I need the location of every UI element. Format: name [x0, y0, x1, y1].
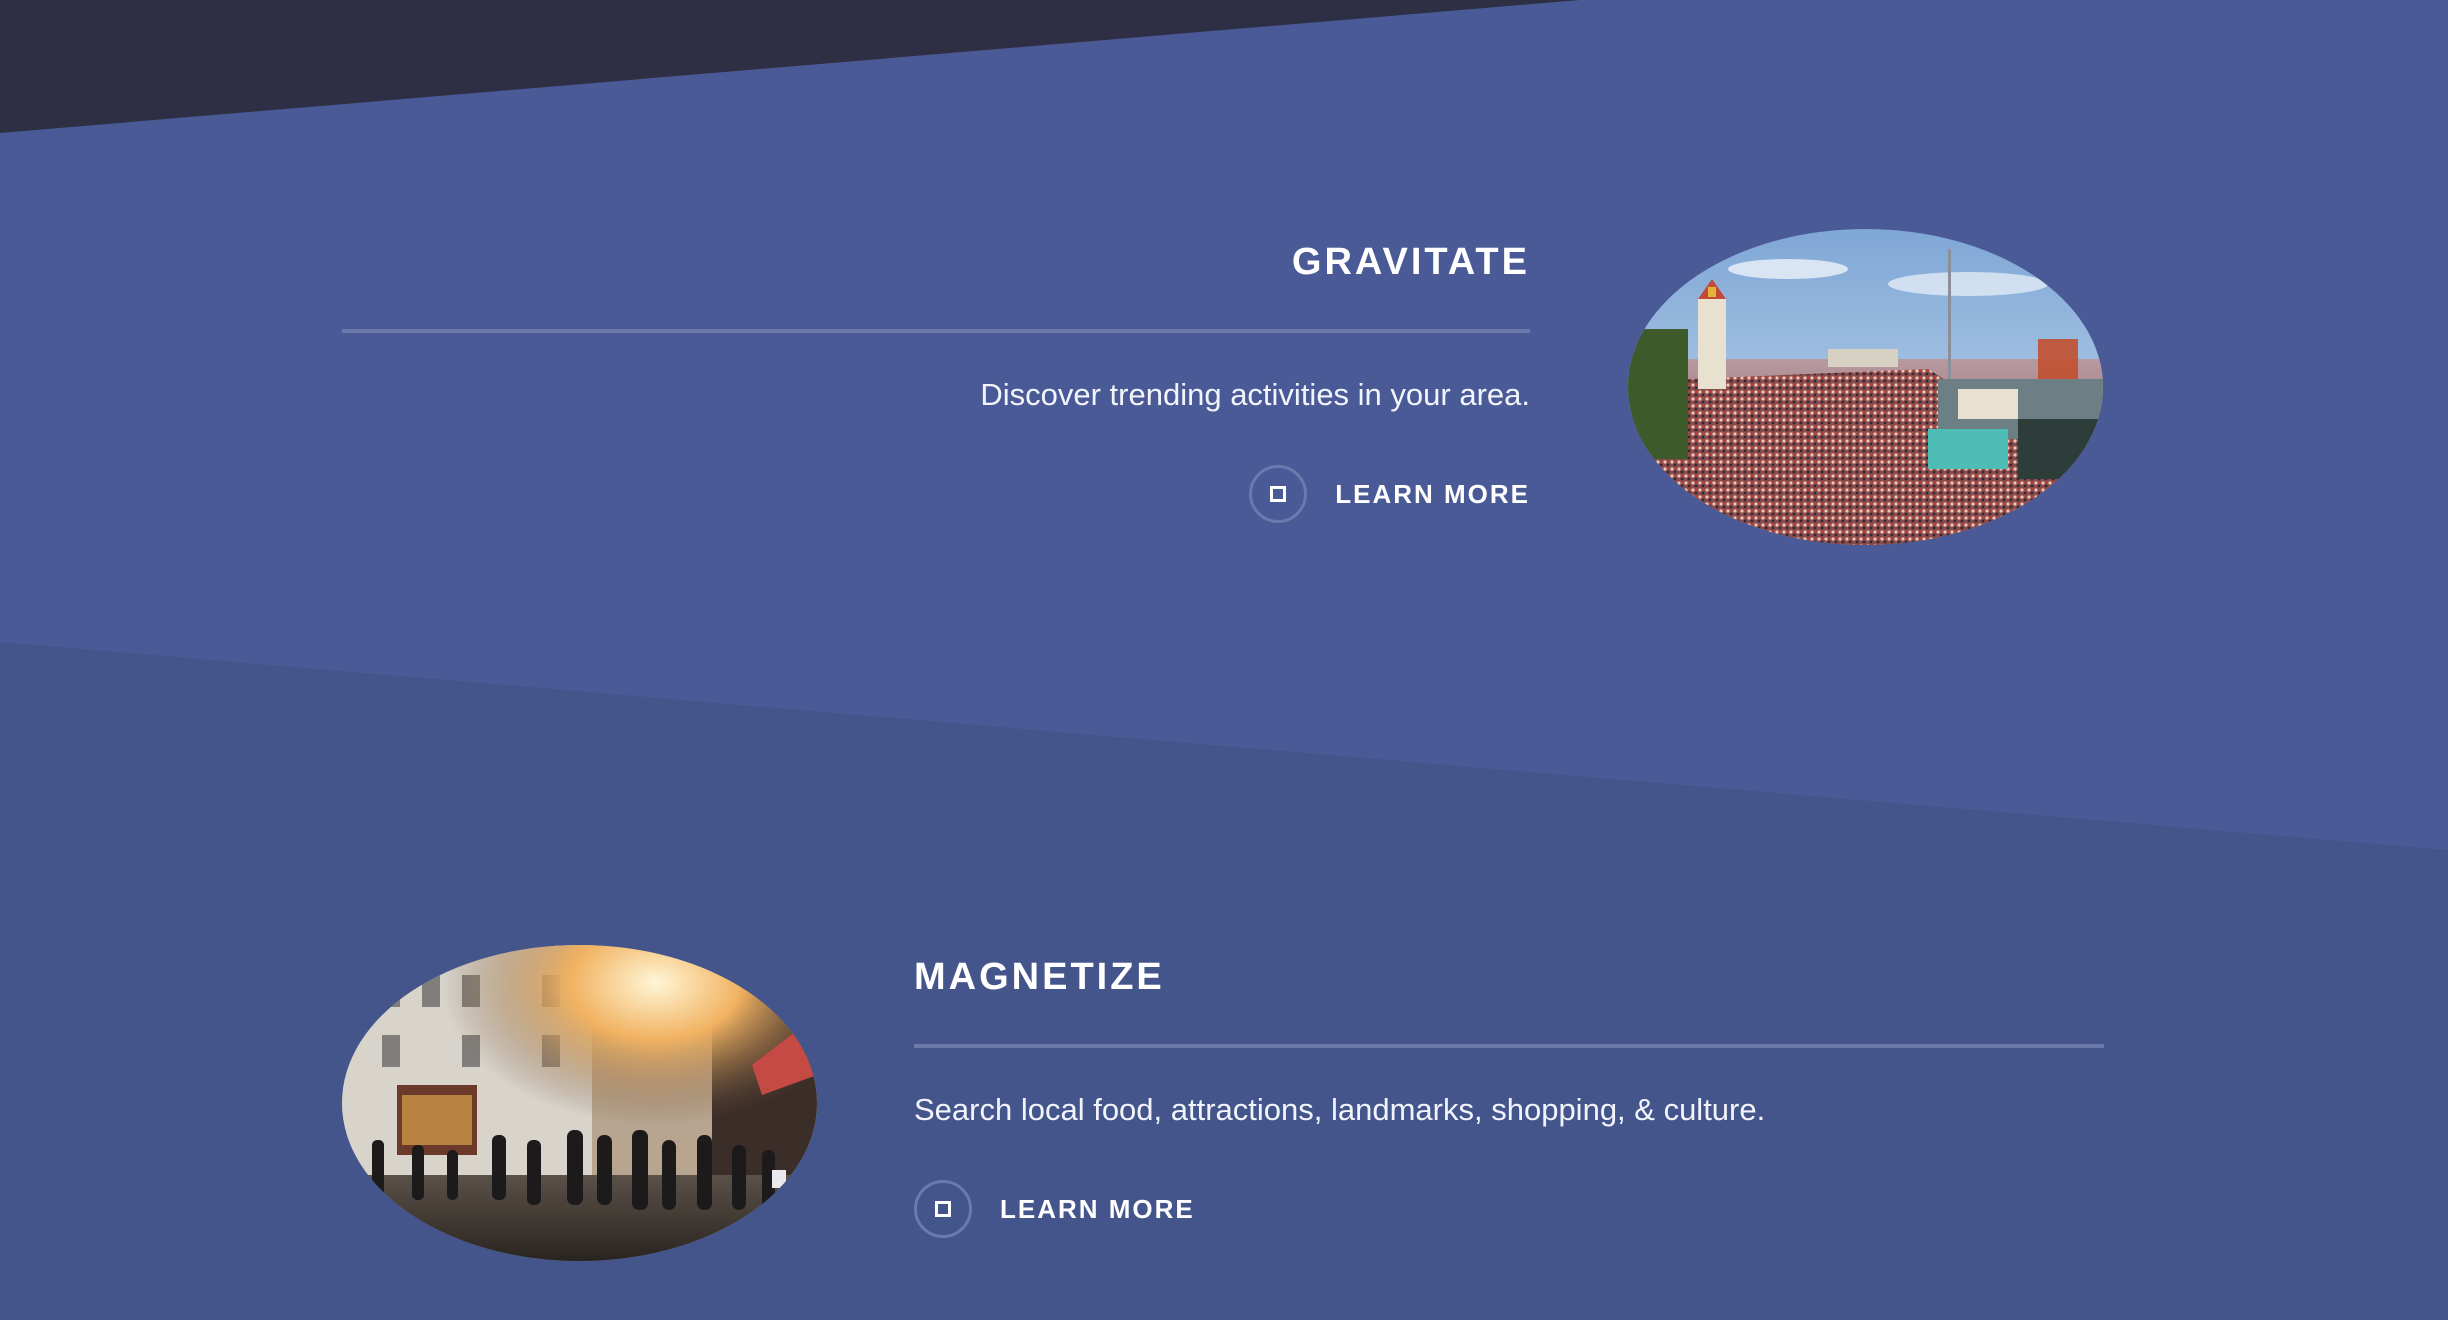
learn-more-link[interactable]: LEARN MORE: [1249, 465, 1530, 523]
city-street-crowd-photo: [342, 945, 817, 1261]
festival-crowd-photo: [1628, 229, 2103, 545]
feature-gravitate: GRAVITATE Discover trending activities i…: [342, 225, 1530, 523]
feature-description: Search local food, attractions, landmark…: [914, 1092, 1766, 1127]
page: GRAVITATE Discover trending activities i…: [0, 0, 2448, 1320]
square-outline-icon: [914, 1180, 972, 1238]
square-outline-icon: [1249, 465, 1308, 523]
feature-description: Discover trending activities in your are…: [980, 377, 1530, 412]
divider: [914, 1044, 2104, 1048]
feature-magnetize: MAGNETIZE Search local food, attractions…: [914, 940, 2104, 1238]
feature-title: GRAVITATE: [1291, 241, 1530, 283]
learn-more-label: LEARN MORE: [1335, 478, 1530, 509]
divider: [342, 329, 1530, 333]
learn-more-link[interactable]: LEARN MORE: [914, 1180, 1195, 1238]
feature-title: MAGNETIZE: [914, 956, 1165, 998]
learn-more-label: LEARN MORE: [1000, 1193, 1195, 1224]
